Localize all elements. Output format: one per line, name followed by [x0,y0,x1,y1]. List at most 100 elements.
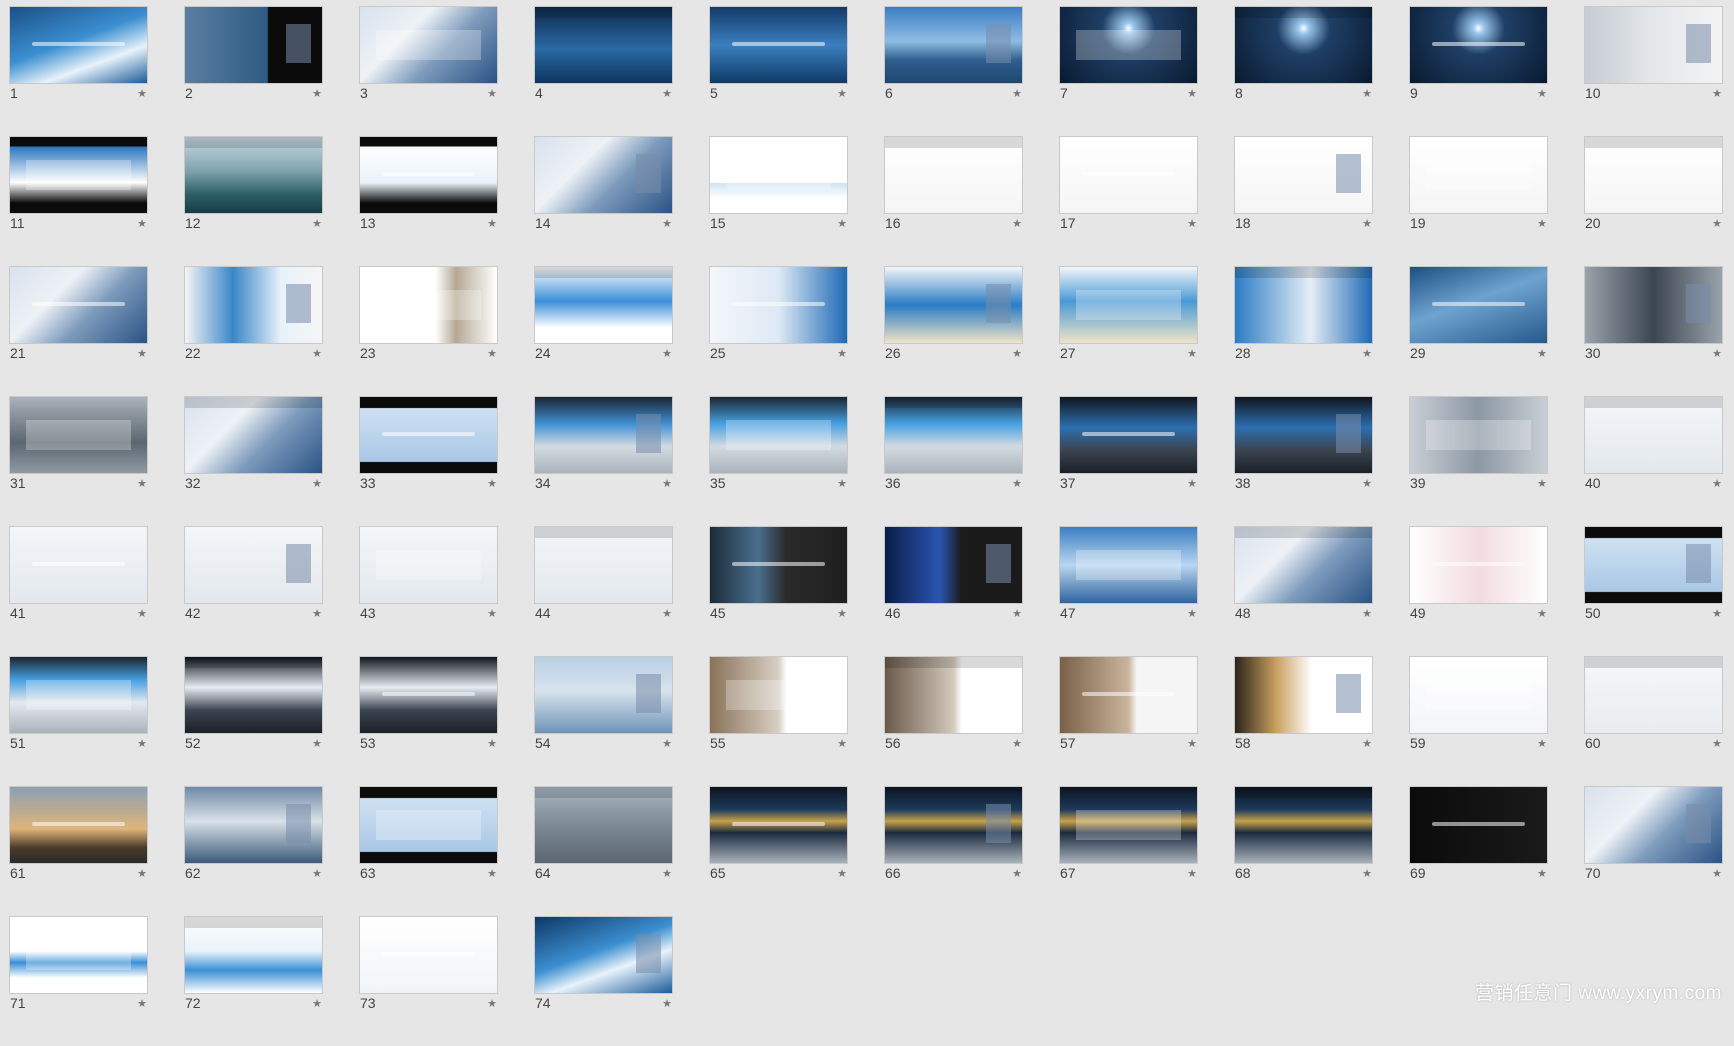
slide-thumbnail-cell[interactable]: 46 ★ [884,526,1023,656]
star-icon[interactable]: ★ [312,867,322,880]
slide-preview[interactable] [359,786,498,864]
star-icon[interactable]: ★ [137,477,147,490]
star-icon[interactable]: ★ [137,997,147,1010]
slide-thumbnail-cell[interactable]: 67 ★ [1059,786,1198,916]
star-icon[interactable]: ★ [1362,217,1372,230]
slide-thumbnail-cell[interactable]: 49 ★ [1409,526,1548,656]
star-icon[interactable]: ★ [1537,347,1547,360]
star-icon[interactable]: ★ [137,607,147,620]
star-icon[interactable]: ★ [1187,737,1197,750]
slide-thumbnail-cell[interactable]: 61 ★ [9,786,148,916]
slide-thumbnail-cell[interactable]: 43 ★ [359,526,498,656]
slide-preview[interactable] [184,136,323,214]
slide-preview[interactable] [359,526,498,604]
slide-thumbnail-cell[interactable]: 31 ★ [9,396,148,526]
star-icon[interactable]: ★ [1187,607,1197,620]
slide-thumbnail-cell[interactable]: 21 ★ [9,266,148,396]
star-icon[interactable]: ★ [487,87,497,100]
slide-thumbnail-cell[interactable]: 29 ★ [1409,266,1548,396]
star-icon[interactable]: ★ [487,347,497,360]
slide-preview[interactable] [1409,656,1548,734]
slide-thumbnail-cell[interactable]: 16 ★ [884,136,1023,266]
slide-preview[interactable] [1584,6,1723,84]
star-icon[interactable]: ★ [662,867,672,880]
slide-thumbnail-cell[interactable]: 47 ★ [1059,526,1198,656]
slide-preview[interactable] [534,396,673,474]
slide-thumbnail-cell[interactable]: 55 ★ [709,656,848,786]
slide-thumbnail-cell[interactable]: 45 ★ [709,526,848,656]
star-icon[interactable]: ★ [1012,87,1022,100]
slide-thumbnail-cell[interactable]: 17 ★ [1059,136,1198,266]
slide-preview[interactable] [184,786,323,864]
star-icon[interactable]: ★ [662,347,672,360]
slide-preview[interactable] [1409,396,1548,474]
slide-thumbnail-cell[interactable]: 25 ★ [709,266,848,396]
slide-preview[interactable] [709,396,848,474]
slide-thumbnail-cell[interactable]: 73 ★ [359,916,498,1046]
slide-preview[interactable] [1234,6,1373,84]
star-icon[interactable]: ★ [487,867,497,880]
slide-thumbnail-cell[interactable]: 8 ★ [1234,6,1373,136]
slide-preview[interactable] [1409,6,1548,84]
slide-preview[interactable] [184,396,323,474]
slide-preview[interactable] [1234,396,1373,474]
slide-thumbnail-cell[interactable]: 59 ★ [1409,656,1548,786]
slide-preview[interactable] [1059,266,1198,344]
star-icon[interactable]: ★ [662,87,672,100]
slide-preview[interactable] [1584,656,1723,734]
slide-preview[interactable] [534,266,673,344]
slide-thumbnail-cell[interactable]: 36 ★ [884,396,1023,526]
slide-preview[interactable] [884,396,1023,474]
slide-thumbnail-cell[interactable]: 42 ★ [184,526,323,656]
slide-thumbnail-cell[interactable]: 11 ★ [9,136,148,266]
star-icon[interactable]: ★ [487,477,497,490]
slide-preview[interactable] [9,6,148,84]
slide-thumbnail-cell[interactable]: 1 ★ [9,6,148,136]
star-icon[interactable]: ★ [662,477,672,490]
slide-thumbnail-cell[interactable]: 10 ★ [1584,6,1723,136]
slide-preview[interactable] [709,266,848,344]
slide-thumbnail-cell[interactable]: 20 ★ [1584,136,1723,266]
slide-thumbnail-cell[interactable]: 41 ★ [9,526,148,656]
slide-preview[interactable] [1584,526,1723,604]
slide-thumbnail-cell[interactable]: 40 ★ [1584,396,1723,526]
star-icon[interactable]: ★ [1187,347,1197,360]
star-icon[interactable]: ★ [1012,607,1022,620]
slide-thumbnail-cell[interactable]: 24 ★ [534,266,673,396]
slide-preview[interactable] [534,6,673,84]
slide-thumbnail-cell[interactable]: 19 ★ [1409,136,1548,266]
slide-thumbnail-cell[interactable]: 72 ★ [184,916,323,1046]
slide-preview[interactable] [359,656,498,734]
slide-preview[interactable] [1234,266,1373,344]
slide-preview[interactable] [184,656,323,734]
slide-thumbnail-cell[interactable]: 14 ★ [534,136,673,266]
slide-preview[interactable] [9,656,148,734]
slide-thumbnail-cell[interactable]: 38 ★ [1234,396,1373,526]
star-icon[interactable]: ★ [1362,607,1372,620]
slide-preview[interactable] [1234,526,1373,604]
slide-preview[interactable] [1234,786,1373,864]
slide-preview[interactable] [534,916,673,994]
star-icon[interactable]: ★ [1362,737,1372,750]
slide-preview[interactable] [9,396,148,474]
slide-thumbnail-cell[interactable]: 48 ★ [1234,526,1373,656]
star-icon[interactable]: ★ [1537,607,1547,620]
slide-thumbnail-cell[interactable]: 30 ★ [1584,266,1723,396]
star-icon[interactable]: ★ [312,997,322,1010]
slide-preview[interactable] [1584,266,1723,344]
star-icon[interactable]: ★ [837,737,847,750]
slide-thumbnail-cell[interactable]: 26 ★ [884,266,1023,396]
slide-thumbnail-cell[interactable]: 51 ★ [9,656,148,786]
star-icon[interactable]: ★ [1712,347,1722,360]
slide-thumbnail-cell[interactable]: 33 ★ [359,396,498,526]
slide-preview[interactable] [1409,786,1548,864]
slide-thumbnail-cell[interactable]: 4 ★ [534,6,673,136]
star-icon[interactable]: ★ [1362,347,1372,360]
slide-thumbnail-cell[interactable]: 22 ★ [184,266,323,396]
star-icon[interactable]: ★ [1362,477,1372,490]
slide-preview[interactable] [534,656,673,734]
slide-thumbnail-cell[interactable]: 74 ★ [534,916,673,1046]
star-icon[interactable]: ★ [662,997,672,1010]
slide-thumbnail-cell[interactable]: 37 ★ [1059,396,1198,526]
star-icon[interactable]: ★ [312,87,322,100]
